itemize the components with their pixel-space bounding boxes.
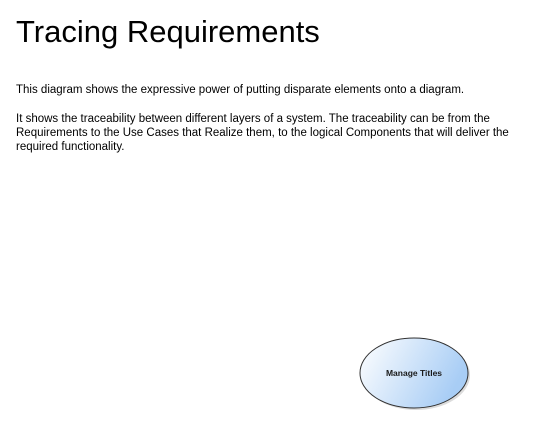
diagram-title: Tracing Requirements	[16, 14, 320, 49]
description-paragraph-1: This diagram shows the expressive power …	[16, 84, 465, 96]
use-case-manage-titles[interactable]: Manage Titles	[358, 336, 472, 412]
use-case-label: Manage Titles	[385, 368, 443, 378]
description-paragraph-2: It shows the traceability between differ…	[16, 113, 509, 153]
